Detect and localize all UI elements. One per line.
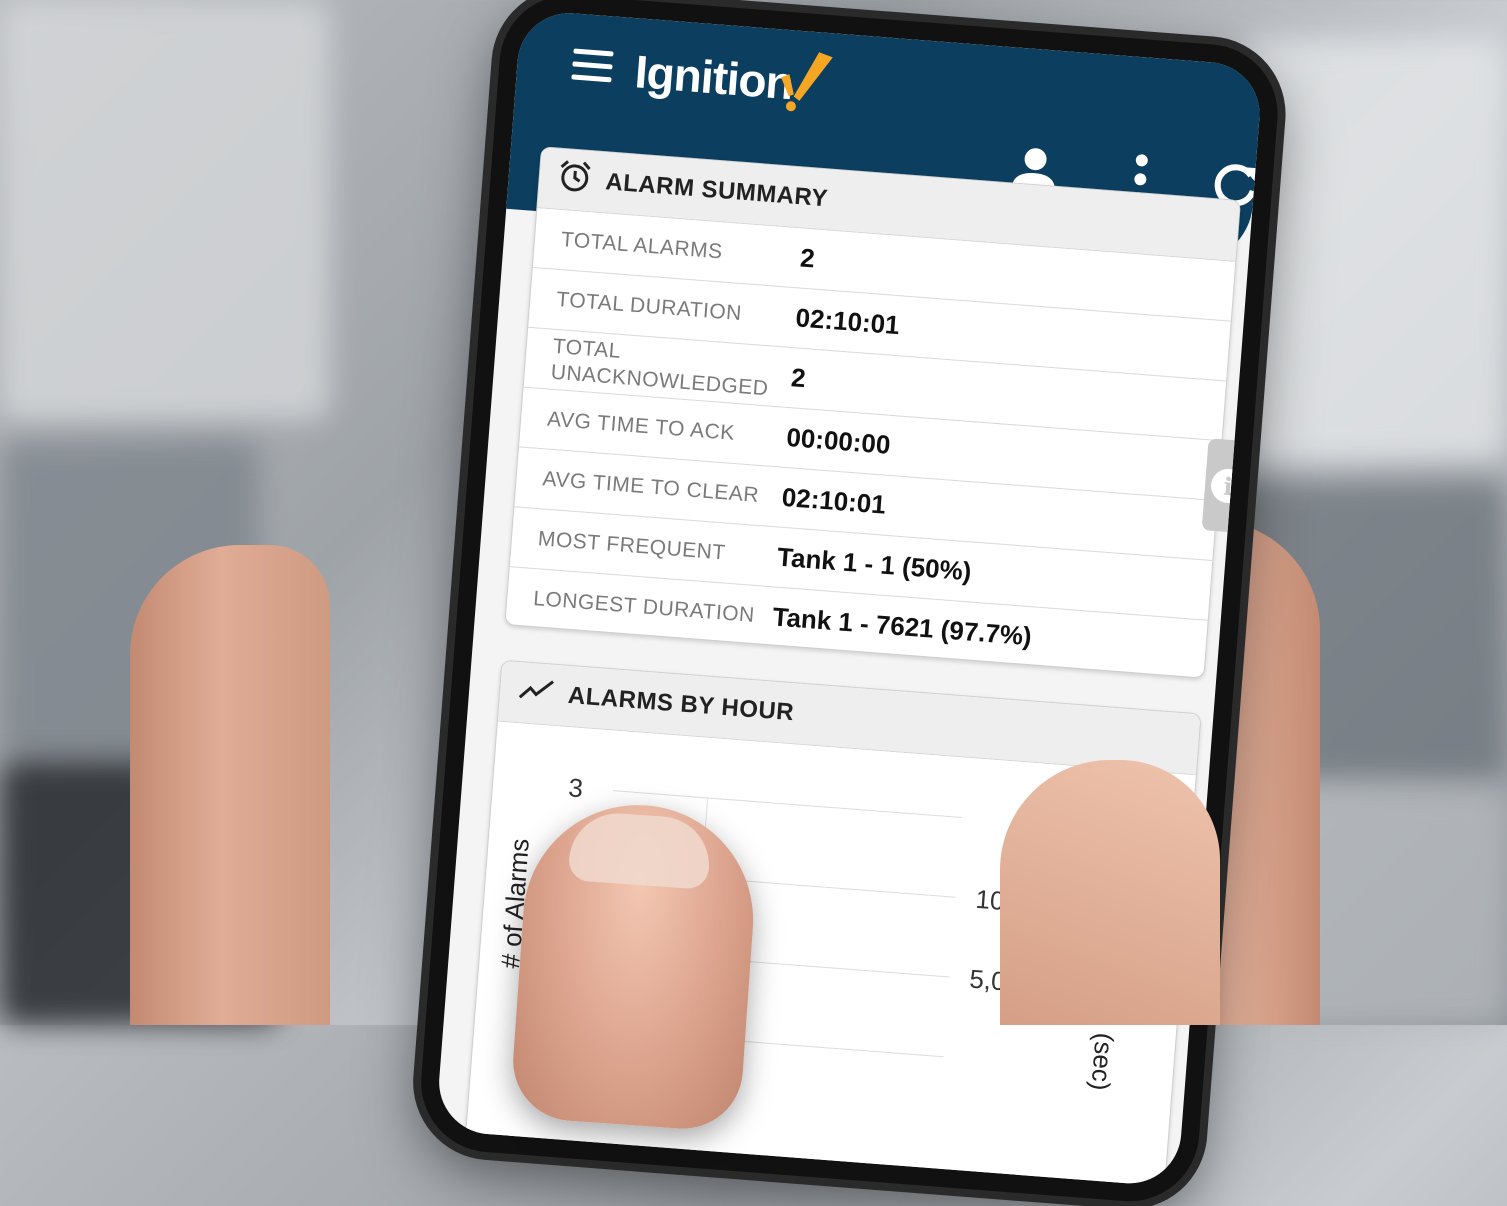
logo-mark-icon xyxy=(781,52,833,112)
alarm-summary-title: ALARM SUMMARY xyxy=(604,168,829,213)
alarms-by-hour-title: ALARMS BY HOUR xyxy=(567,681,795,727)
summary-label: TOTAL ALARMS xyxy=(560,227,724,263)
summary-label: AVG TIME TO CLEAR xyxy=(541,466,760,507)
summary-label: LONGEST DURATION xyxy=(532,586,756,627)
info-icon: i xyxy=(1209,467,1247,505)
alarm-summary-card: ALARM SUMMARY TOTAL ALARMS 2 TOTAL DURAT… xyxy=(504,146,1242,679)
summary-value: Tank 1 - 7621 (97.7%) xyxy=(771,601,1033,652)
summary-value: Tank 1 - 1 (50%) xyxy=(776,541,973,587)
summary-value: 2 xyxy=(799,242,816,274)
summary-value: 2 xyxy=(789,362,807,394)
trend-line-icon xyxy=(517,675,556,712)
left-hand xyxy=(130,545,330,1025)
right-finger xyxy=(1000,760,1220,1025)
background-machine-right xyxy=(1240,40,1507,460)
summary-label: AVG TIME TO ACK xyxy=(546,407,736,445)
background-machine-left xyxy=(0,0,330,420)
summary-value: 02:10:01 xyxy=(780,481,887,520)
app-logo: Ignition xyxy=(633,45,795,110)
alarm-clock-icon xyxy=(556,158,593,202)
summary-value: 02:10:01 xyxy=(794,302,901,341)
menu-icon[interactable] xyxy=(571,48,614,83)
summary-label: TOTAL DURATION xyxy=(555,287,743,325)
summary-label: MOST FREQUENT xyxy=(537,526,727,565)
y-tick-label: 3 xyxy=(567,772,584,803)
summary-value: 00:00:00 xyxy=(785,421,892,460)
